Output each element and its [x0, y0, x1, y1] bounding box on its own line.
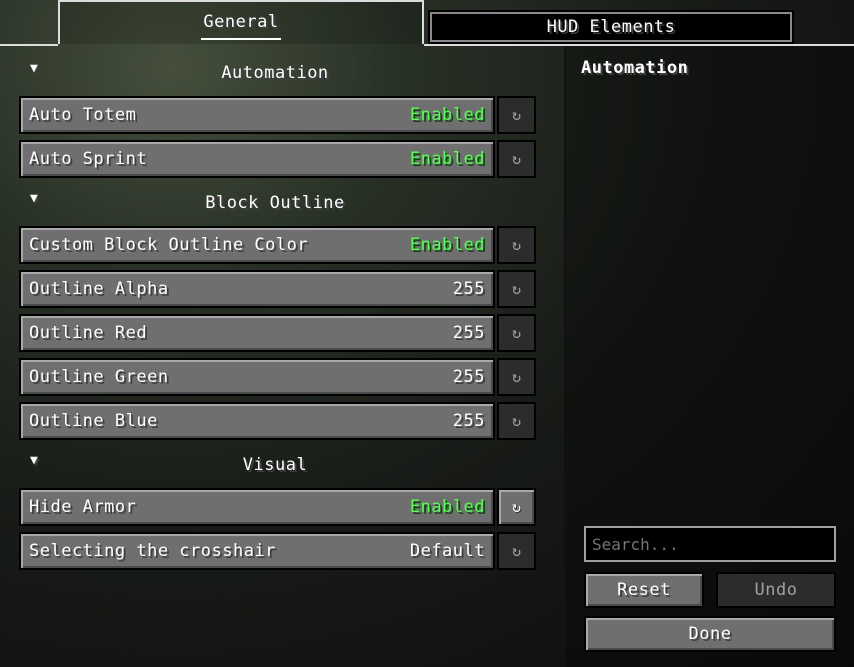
option-button-custom-block-outline-color[interactable]: Custom Block Outline Color Enabled [19, 226, 495, 264]
option-label: Selecting the crosshair [29, 541, 276, 561]
option-button-selecting-the-crosshair[interactable]: Selecting the crosshair Default [19, 532, 495, 570]
option-label: Custom Block Outline Color [29, 235, 309, 255]
tab-hud-elements[interactable]: HUD Elements [428, 10, 794, 44]
option-button-outline-green[interactable]: Outline Green 255 [19, 358, 495, 396]
option-value: Enabled [409, 235, 485, 255]
option-value: Default [409, 541, 485, 561]
undo-button-label: Undo [754, 580, 798, 600]
option-row-outline-red: Outline Red 255 ↻ [19, 314, 536, 352]
refresh-icon: ↻ [511, 368, 522, 386]
option-row-selecting-the-crosshair: Selecting the crosshair Default ↻ [19, 532, 536, 570]
option-value: 255 [452, 411, 485, 431]
refresh-icon: ↻ [511, 106, 522, 124]
option-label: Outline Red [29, 323, 148, 343]
option-value: 255 [452, 367, 485, 387]
category-title: Visual [242, 455, 308, 475]
reset-button-outline-green[interactable]: ↻ [497, 358, 536, 396]
category-title: Block Outline [205, 193, 345, 213]
reset-button-outline-alpha[interactable]: ↻ [497, 270, 536, 308]
reset-button-selecting-the-crosshair[interactable]: ↻ [497, 532, 536, 570]
option-value: Enabled [409, 497, 485, 517]
option-value: Enabled [409, 149, 485, 169]
option-label: Outline Green [29, 367, 169, 387]
done-button[interactable]: Done [584, 616, 836, 652]
option-button-outline-red[interactable]: Outline Red 255 [19, 314, 495, 352]
option-button-hide-armor[interactable]: Hide Armor Enabled [19, 488, 495, 526]
option-row-outline-blue: Outline Blue 255 ↻ [19, 402, 536, 440]
option-label: Outline Alpha [29, 279, 169, 299]
category-block-outline[interactable]: ▼ Block Outline [0, 188, 560, 218]
search-input[interactable] [584, 526, 836, 562]
refresh-icon: ↻ [511, 542, 522, 560]
category-title: Automation [221, 63, 329, 83]
reset-button[interactable]: Reset [584, 572, 704, 608]
refresh-icon: ↻ [511, 498, 522, 516]
refresh-icon: ↻ [511, 412, 522, 430]
option-button-outline-blue[interactable]: Outline Blue 255 [19, 402, 495, 440]
option-row-outline-alpha: Outline Alpha 255 ↻ [19, 270, 536, 308]
reset-button-auto-sprint[interactable]: ↻ [497, 140, 536, 178]
refresh-icon: ↻ [511, 280, 522, 298]
option-row-auto-totem: Auto Totem Enabled ↻ [19, 96, 536, 134]
undo-button[interactable]: Undo [716, 572, 836, 608]
option-label: Outline Blue [29, 411, 158, 431]
reset-button-hide-armor[interactable]: ↻ [497, 488, 536, 526]
option-row-auto-sprint: Auto Sprint Enabled ↻ [19, 140, 536, 178]
refresh-icon: ↻ [511, 324, 522, 342]
category-visual[interactable]: ▼ Visual [0, 450, 560, 480]
option-row-outline-green: Outline Green 255 ↻ [19, 358, 536, 396]
reset-button-outline-blue[interactable]: ↻ [497, 402, 536, 440]
option-label: Auto Totem [29, 105, 137, 125]
option-label: Auto Sprint [29, 149, 148, 169]
option-button-auto-totem[interactable]: Auto Totem Enabled [19, 96, 495, 134]
category-automation[interactable]: ▼ Automation [0, 58, 560, 88]
option-row-custom-block-outline-color: Custom Block Outline Color Enabled ↻ [19, 226, 536, 264]
refresh-icon: ↻ [511, 150, 522, 168]
option-value: Enabled [409, 105, 485, 125]
option-label: Hide Armor [29, 497, 137, 517]
option-value: 255 [452, 323, 485, 343]
option-value: 255 [452, 279, 485, 299]
done-button-label: Done [688, 624, 732, 644]
tab-hud-elements-label: HUD Elements [546, 17, 676, 37]
tab-general-label: General [201, 12, 281, 40]
reset-button-outline-red[interactable]: ↻ [497, 314, 536, 352]
tab-general[interactable]: General [58, 0, 424, 44]
option-button-outline-alpha[interactable]: Outline Alpha 255 [19, 270, 495, 308]
reset-button-label: Reset [617, 580, 671, 600]
option-button-auto-sprint[interactable]: Auto Sprint Enabled [19, 140, 495, 178]
refresh-icon: ↻ [511, 236, 522, 254]
reset-button-auto-totem[interactable]: ↻ [497, 96, 536, 134]
reset-button-custom-block-outline-color[interactable]: ↻ [497, 226, 536, 264]
side-panel-title: Automation [581, 58, 689, 78]
option-row-hide-armor: Hide Armor Enabled ↻ [19, 488, 536, 526]
